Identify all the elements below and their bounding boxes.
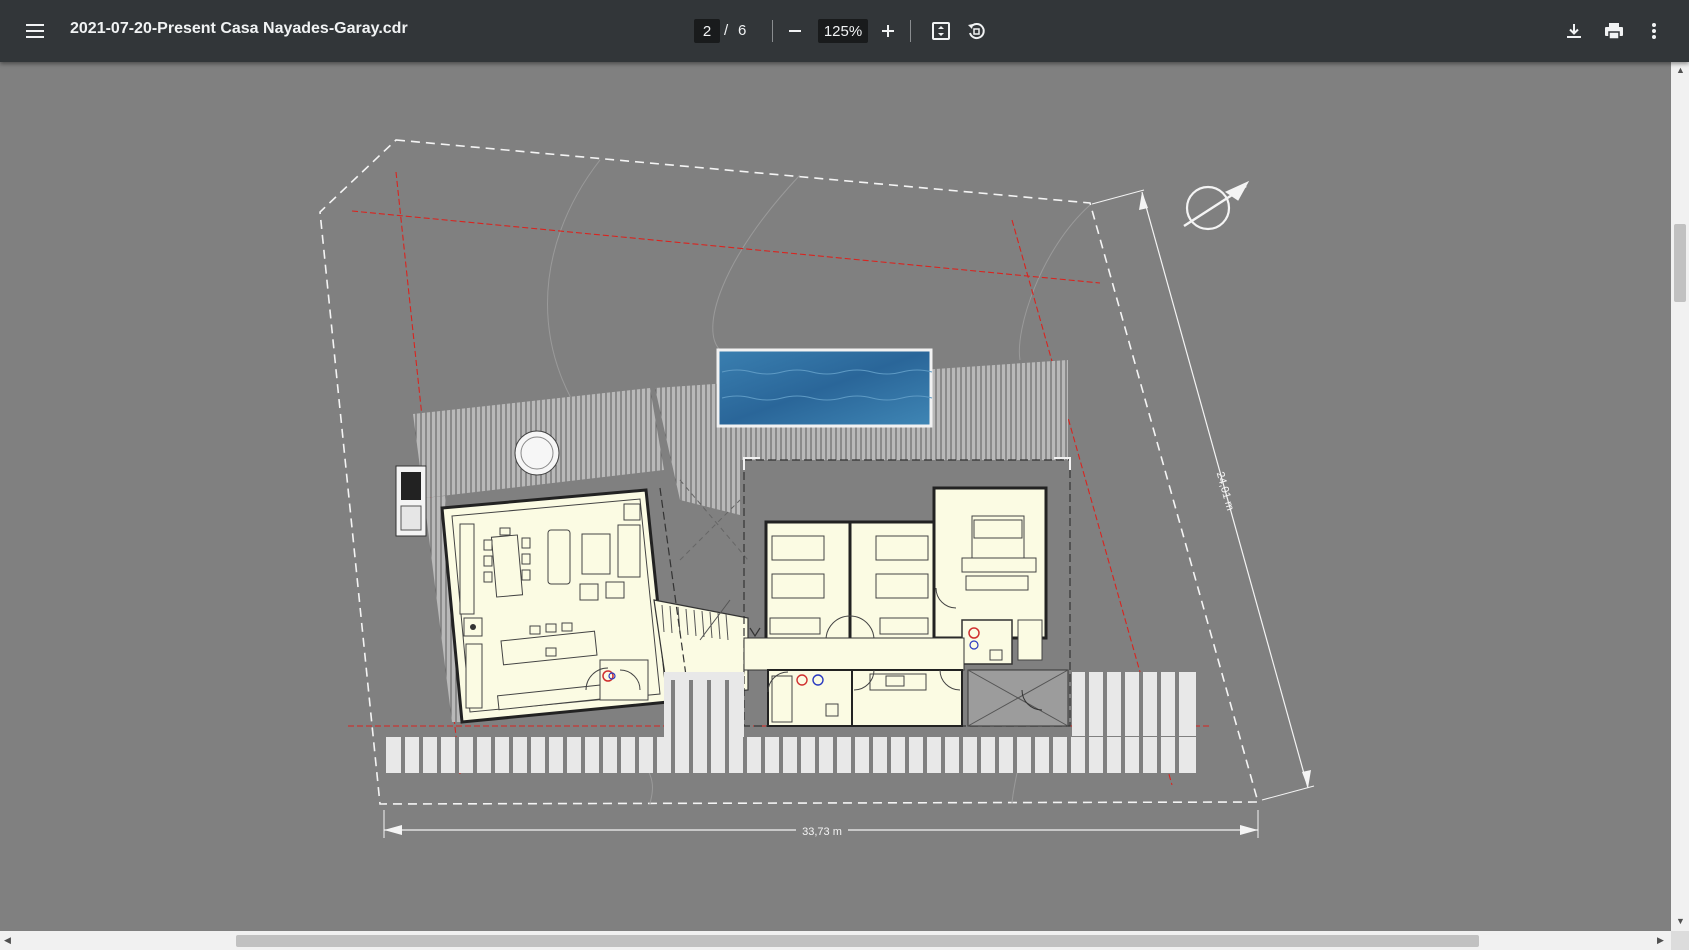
- pdf-toolbar: 2021-07-20-Present Casa Nayades-Garay.cd…: [0, 0, 1689, 62]
- page-total: 6: [738, 22, 747, 39]
- zoom-in-button[interactable]: [870, 13, 906, 49]
- bedroom-block: [719, 457, 1071, 727]
- vertical-scroll-thumb[interactable]: [1674, 224, 1686, 302]
- scroll-right-arrow-icon[interactable]: ▶: [1657, 936, 1664, 945]
- north-arrow-icon: [1183, 180, 1250, 231]
- document-viewer[interactable]: 33,73 m 24,01 m: [0, 62, 1671, 931]
- document-title: 2021-07-20-Present Casa Nayades-Garay.cd…: [70, 20, 408, 37]
- print-button[interactable]: [1596, 13, 1632, 49]
- living-block: [440, 488, 670, 724]
- toolbar-divider: [772, 20, 773, 42]
- zoom-input[interactable]: [818, 19, 868, 43]
- scroll-left-arrow-icon[interactable]: ◀: [4, 936, 11, 945]
- scroll-up-arrow-icon[interactable]: ▲: [1676, 66, 1685, 75]
- vertical-scrollbar[interactable]: ▲ ▼: [1671, 62, 1689, 931]
- scroll-down-arrow-icon[interactable]: ▼: [1676, 917, 1685, 926]
- swimming-pool: [716, 348, 933, 428]
- download-icon: [1567, 24, 1581, 38]
- width-dimension: 33,73 m: [383, 810, 1259, 838]
- page-separator: /: [724, 22, 729, 39]
- toolbar-divider: [910, 20, 911, 42]
- minus-icon: [789, 30, 801, 32]
- zoom-out-button[interactable]: [777, 13, 813, 49]
- more-vertical-icon: [1652, 23, 1656, 39]
- menu-button[interactable]: [17, 13, 53, 49]
- width-dimension-label: 33,73 m: [802, 826, 842, 838]
- fit-to-page-icon: [932, 22, 950, 40]
- rotate-counterclockwise-icon: [968, 23, 985, 40]
- page-number-input[interactable]: [694, 19, 720, 43]
- depth-dimension-label: 24,01 m: [1214, 470, 1236, 512]
- hamburger-menu-icon: [26, 24, 44, 38]
- plus-icon: [882, 25, 894, 37]
- horizontal-scroll-thumb[interactable]: [236, 935, 1479, 947]
- barbecue-unit: [395, 465, 427, 537]
- floor-plan-drawing: 33,73 m 24,01 m: [319, 139, 1315, 838]
- download-button[interactable]: [1556, 13, 1592, 49]
- scrollbar-corner: [1671, 931, 1689, 950]
- more-actions-button[interactable]: [1636, 13, 1672, 49]
- rotate-button[interactable]: [958, 13, 994, 49]
- horizontal-scrollbar[interactable]: ◀ ▶: [0, 931, 1671, 950]
- print-icon: [1605, 23, 1623, 40]
- fit-to-page-button[interactable]: [923, 13, 959, 49]
- outdoor-table: [514, 430, 560, 476]
